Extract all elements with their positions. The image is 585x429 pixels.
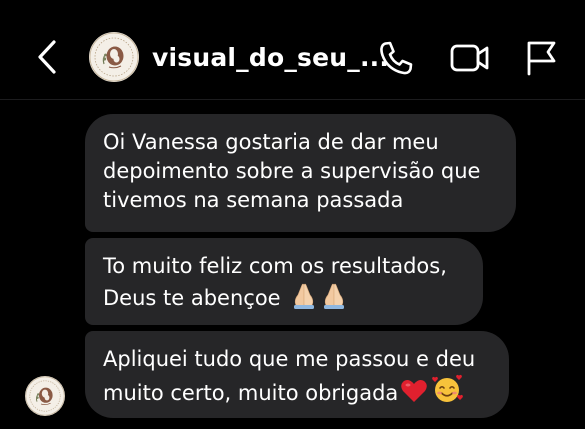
- flag-icon: [527, 41, 556, 76]
- chat-header: visual_do_seu_...: [0, 0, 585, 100]
- brand-logo-icon: [89, 32, 139, 82]
- message-text-line: Oi Vanessa gostaria de dar meu: [103, 130, 439, 154]
- message-bubble[interactable]: Oi Vanessa gostaria de dar meu depoiment…: [85, 114, 516, 232]
- message-text-line: Apliquei tudo que me passou e deu: [103, 347, 476, 371]
- video-camera-icon: [450, 44, 489, 72]
- message-text: muito certo, muito obrigada: [103, 381, 399, 405]
- praying-hands-emoji: [289, 281, 349, 317]
- message-text-line: tivemos na semana passada: [103, 188, 404, 212]
- contact-username[interactable]: visual_do_seu_...: [152, 42, 389, 74]
- message-bubble[interactable]: Apliquei tudo que me passou e deu muito …: [85, 331, 509, 418]
- video-call-button[interactable]: [449, 38, 491, 78]
- message-text-line: Deus te abençoe: [103, 281, 465, 317]
- report-flag-button[interactable]: [523, 38, 559, 78]
- message-text-line: muito certo, muito obrigada: [103, 374, 491, 412]
- message-text-line: depoimento sobre a supervisão que: [103, 159, 481, 183]
- brand-logo-icon: [25, 376, 65, 416]
- message-text-line: To muito feliz com os resultados,: [103, 254, 447, 278]
- contact-avatar[interactable]: [89, 32, 139, 82]
- chevron-left-icon: [38, 40, 56, 74]
- message-text: Deus te abençoe: [103, 286, 281, 310]
- message-bubble[interactable]: To muito feliz com os resultados, Deus t…: [85, 238, 483, 325]
- red-heart-emoji: [400, 378, 428, 412]
- back-button[interactable]: [30, 37, 64, 77]
- sender-avatar[interactable]: [25, 376, 65, 416]
- smiling-face-with-hearts-emoji: [430, 374, 464, 412]
- phone-icon: [380, 41, 413, 75]
- voice-call-button[interactable]: [376, 38, 416, 78]
